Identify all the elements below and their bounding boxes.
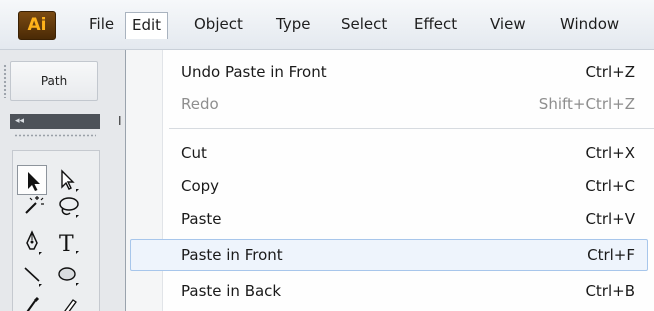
menu-item-label: Redo: [181, 95, 219, 113]
menu-type[interactable]: Type: [276, 12, 310, 39]
menu-bar: Ai File Edit Object Type Select Effect V…: [0, 0, 654, 50]
menu-item-paste[interactable]: Paste Ctrl+V: [130, 203, 648, 235]
menu-window[interactable]: Window: [560, 12, 619, 39]
menu-view[interactable]: View: [490, 12, 526, 39]
menu-edit[interactable]: Edit: [125, 12, 169, 39]
tools-panel: Path ◂◂ I T: [0, 50, 126, 311]
menu-item-label: Cut: [181, 144, 207, 162]
menu-item-shortcut: Ctrl+F: [587, 246, 635, 264]
menu-item-label: Paste in Back: [181, 282, 282, 300]
menu-item-shortcut: Ctrl+X: [585, 144, 635, 162]
toolbox-grip[interactable]: [14, 134, 96, 137]
menu-item-undo[interactable]: Undo Paste in Front Ctrl+Z: [130, 56, 648, 88]
svg-text:T: T: [59, 232, 74, 257]
panel-strip: I: [100, 114, 126, 129]
menu-item-label: Paste in Front: [181, 246, 283, 264]
menu-select[interactable]: Select: [341, 12, 387, 39]
menu-separator: [169, 128, 654, 129]
line-segment-tool-icon[interactable]: [17, 259, 47, 289]
menu-file[interactable]: File: [89, 12, 114, 39]
menu-item-paste-in-front[interactable]: Paste in Front Ctrl+F: [130, 239, 648, 271]
pencil-tool-icon[interactable]: [53, 289, 83, 311]
menu-item-copy[interactable]: Copy Ctrl+C: [130, 170, 648, 202]
ellipse-tool-icon[interactable]: [53, 259, 83, 289]
type-tool-icon[interactable]: T: [53, 227, 83, 257]
menu-effect[interactable]: Effect: [414, 12, 457, 39]
lasso-tool-icon[interactable]: [53, 191, 83, 221]
edit-menu-dropdown: Undo Paste in Front Ctrl+Z Redo Shift+Ct…: [125, 50, 654, 311]
paintbrush-tool-icon[interactable]: [17, 289, 47, 311]
panel-grip[interactable]: [3, 64, 7, 98]
menu-item-label: Undo Paste in Front: [181, 63, 327, 81]
menu-item-shortcut: Shift+Ctrl+Z: [538, 95, 635, 113]
menu-item-shortcut: Ctrl+C: [585, 177, 635, 195]
toolbox-header[interactable]: ◂◂: [10, 114, 100, 129]
menu-item-paste-in-back[interactable]: Paste in Back Ctrl+B: [130, 275, 648, 307]
control-path-label: Path: [10, 61, 98, 101]
menu-item-shortcut: Ctrl+V: [585, 210, 635, 228]
menu-item-label: Copy: [181, 177, 220, 195]
panel-strip-glyph: I: [118, 114, 122, 128]
menu-item-shortcut: Ctrl+Z: [585, 63, 635, 81]
menu-item-label: Paste: [181, 210, 222, 228]
app-logo: Ai: [18, 11, 56, 40]
menu-item-redo[interactable]: Redo Shift+Ctrl+Z: [130, 88, 648, 120]
menu-object[interactable]: Object: [194, 12, 243, 39]
menu-item-shortcut: Ctrl+B: [585, 282, 635, 300]
toolbox: T: [12, 150, 100, 311]
menu-item-cut[interactable]: Cut Ctrl+X: [130, 137, 648, 169]
magic-wand-tool-icon[interactable]: [17, 191, 47, 221]
collapse-icon[interactable]: ◂◂: [15, 116, 24, 126]
pen-tool-icon[interactable]: [17, 227, 47, 257]
